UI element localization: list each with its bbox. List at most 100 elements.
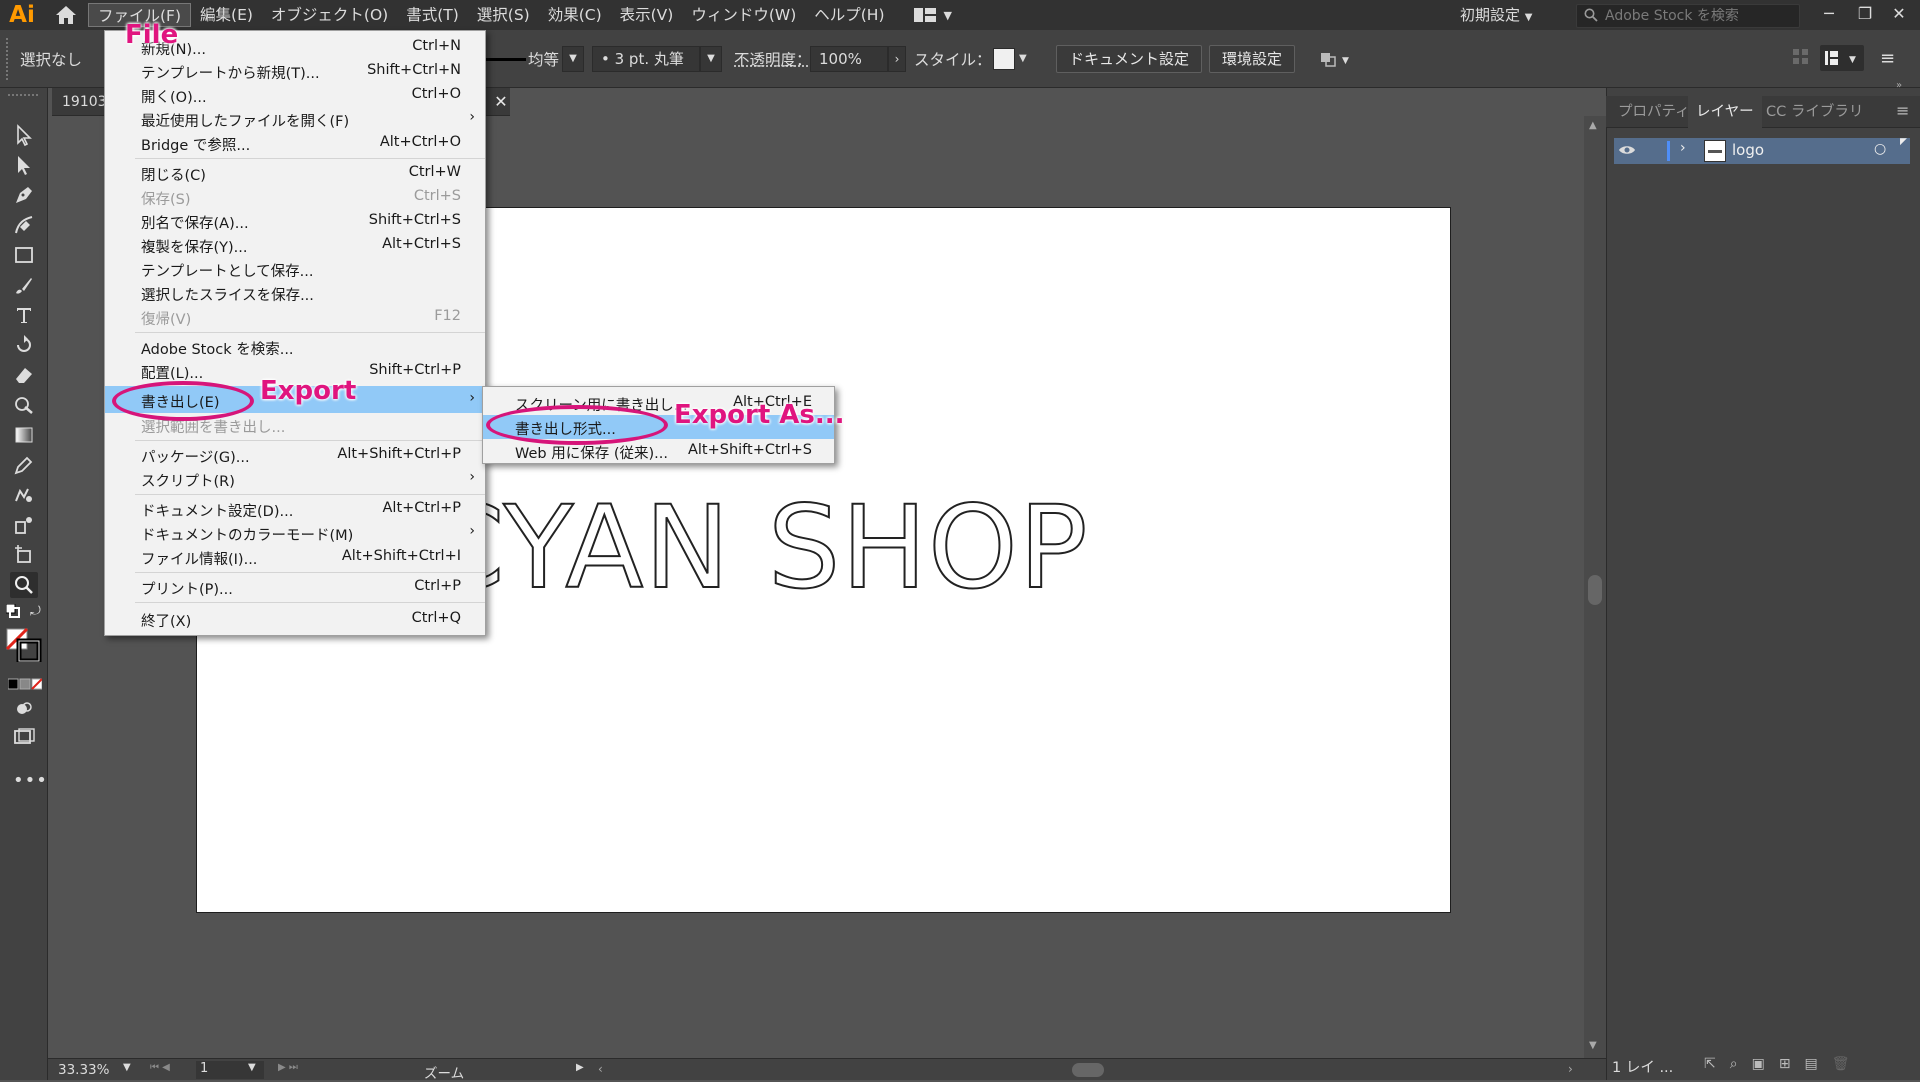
grip-handle[interactable] — [6, 38, 10, 80]
paintbrush-tool-icon[interactable] — [10, 272, 38, 298]
zoom-tool-icon[interactable] — [10, 572, 38, 598]
tab-properties[interactable]: プロパティ — [1610, 96, 1698, 128]
horizontal-scrollbar-thumb[interactable] — [1072, 1063, 1104, 1077]
shape-builder-tool-icon[interactable] — [10, 392, 38, 418]
selection-tool-icon[interactable] — [10, 122, 38, 148]
menu-item-scripts[interactable]: スクリプト(R) › — [105, 467, 485, 491]
style-dropdown[interactable]: ▼ — [1019, 48, 1027, 70]
status-menu-arrow[interactable]: ▶ — [576, 1062, 584, 1073]
menu-object[interactable]: オブジェクト(O) — [262, 3, 397, 27]
brush-dropdown[interactable]: ▼ — [700, 46, 722, 72]
grid-icon[interactable] — [1792, 48, 1810, 70]
opacity-field[interactable]: 100% — [810, 46, 888, 72]
curvature-tool-icon[interactable] — [10, 212, 38, 238]
type-tool-icon[interactable] — [10, 302, 38, 328]
export-layer-icon[interactable]: ⇱ — [1704, 1056, 1730, 1072]
menu-item-new-from-template[interactable]: テンプレートから新規(T)... Shift+Ctrl+N — [105, 59, 485, 83]
menu-effect[interactable]: 効果(C) — [539, 3, 611, 27]
close-window-icon[interactable]: ✕ — [1884, 0, 1914, 30]
preferences-button[interactable]: 環境設定 — [1209, 45, 1296, 73]
make-clipping-mask-icon[interactable]: ▣ — [1752, 1056, 1779, 1072]
zoom-level-field[interactable]: 33.33% — [58, 1062, 109, 1078]
menu-item-search-stock[interactable]: Adobe Stock を検索... — [105, 335, 485, 359]
eraser-tool-icon[interactable] — [10, 362, 38, 388]
menu-item-print[interactable]: プリント(P)... Ctrl+P — [105, 575, 485, 599]
pen-tool-icon[interactable] — [10, 182, 38, 208]
more-tools-icon[interactable]: ••• — [13, 770, 48, 791]
workspace-switcher[interactable]: ▼ — [913, 3, 974, 27]
close-tab-icon[interactable]: ✕ — [492, 88, 510, 116]
workspace-preset[interactable]: 初期設定 ▼ — [1460, 3, 1533, 27]
scrollbar-thumb[interactable] — [1588, 575, 1602, 605]
artboard-tool-icon[interactable] — [10, 542, 38, 568]
expand-layer-icon[interactable]: › — [1680, 140, 1686, 156]
delete-layer-icon[interactable]: 🗑 — [1832, 1056, 1864, 1072]
menu-item-save-copy[interactable]: 複製を保存(Y)... Alt+Ctrl+S — [105, 233, 485, 257]
menu-type[interactable]: 書式(T) — [397, 3, 468, 27]
zoom-dropdown[interactable]: ▼ — [123, 1062, 131, 1073]
restore-icon[interactable]: ❐ — [1850, 0, 1880, 30]
opacity-label[interactable]: 不透明度： — [734, 48, 812, 70]
target-circle-icon[interactable]: ○ — [1874, 141, 1886, 157]
minimize-icon[interactable]: ─ — [1814, 0, 1844, 30]
locate-object-icon[interactable]: ⌕ — [1730, 1056, 1752, 1072]
screen-mode-icon[interactable] — [10, 724, 38, 750]
new-layer-icon[interactable]: ▤ — [1805, 1056, 1832, 1072]
last-artboard-icon[interactable]: ▶ ⏭ — [278, 1062, 298, 1073]
scroll-right-icon[interactable]: › — [1568, 1062, 1573, 1076]
blend-tool-icon[interactable] — [10, 482, 38, 508]
gradient-tool-icon[interactable] — [10, 422, 38, 448]
first-artboard-icon[interactable]: ⏮ ◀ — [150, 1062, 170, 1073]
brush-field[interactable]: • 3 pt. 丸筆 — [592, 46, 700, 72]
menu-item-close[interactable]: 閉じる(C) Ctrl+W — [105, 161, 485, 185]
tab-layers[interactable]: レイヤー — [1688, 96, 1762, 128]
menu-item-color-mode[interactable]: ドキュメントのカラーモード(M) › — [105, 521, 485, 545]
eyedropper-tool-icon[interactable] — [10, 452, 38, 478]
opacity-arrow[interactable]: › — [888, 46, 906, 72]
document-settings-button[interactable]: ドキュメント設定 — [1056, 45, 1203, 73]
style-swatch[interactable] — [993, 48, 1015, 70]
layer-name[interactable]: logo — [1732, 141, 1764, 159]
home-icon[interactable] — [44, 0, 88, 30]
panel-layout-toggle[interactable]: ▼ — [1820, 45, 1864, 71]
stock-search-input[interactable]: Adobe Stock を検索 — [1576, 4, 1800, 28]
visibility-eye-icon[interactable] — [1618, 143, 1636, 161]
menu-edit[interactable]: 編集(E) — [191, 3, 262, 27]
menu-view[interactable]: 表示(V) — [611, 3, 683, 27]
menu-item-package[interactable]: パッケージ(G)... Alt+Shift+Ctrl+P — [105, 443, 485, 467]
rotate-tool-icon[interactable] — [10, 332, 38, 358]
panel-menu-icon[interactable]: ≡ — [1880, 48, 1895, 69]
scroll-up-icon[interactable]: ▲ — [1589, 120, 1597, 131]
toolbar-grip[interactable] — [8, 94, 38, 97]
menu-item-open[interactable]: 開く(O)... Ctrl+O — [105, 83, 485, 107]
menu-item-save-slices[interactable]: 選択したスライスを保存... — [105, 281, 485, 305]
scroll-left-icon[interactable]: ‹ — [598, 1062, 603, 1076]
tab-cc-libraries[interactable]: CC ライブラリ — [1758, 96, 1871, 128]
menu-item-document-setup[interactable]: ドキュメント設定(D)... Alt+Ctrl+P — [105, 497, 485, 521]
collapse-panel-icon[interactable]: » — [1896, 80, 1902, 91]
fill-stroke-swatch[interactable] — [5, 627, 42, 666]
menu-window[interactable]: ウィンドウ(W) — [682, 3, 805, 27]
menu-item-save-as-template[interactable]: テンプレートとして保存... — [105, 257, 485, 281]
draw-mode-icon[interactable] — [10, 696, 38, 722]
menu-item-save-as[interactable]: 別名で保存(A)... Shift+Ctrl+S — [105, 209, 485, 233]
direct-selection-tool-icon[interactable] — [10, 152, 38, 178]
menu-select[interactable]: 選択(S) — [468, 3, 539, 27]
menu-item-browse-bridge[interactable]: Bridge で参照... Alt+Ctrl+O — [105, 131, 485, 155]
menu-help[interactable]: ヘルプ(H) — [805, 3, 893, 27]
symbol-sprayer-tool-icon[interactable] — [10, 512, 38, 538]
menu-item-open-recent[interactable]: 最近使用したファイルを開く(F) › — [105, 107, 485, 131]
stroke-profile-dropdown[interactable]: ▼ — [562, 46, 584, 72]
scroll-down-icon[interactable]: ▼ — [1589, 1040, 1597, 1051]
new-sublayer-icon[interactable]: ⊞ — [1779, 1056, 1805, 1072]
menu-item-exit[interactable]: 終了(X) Ctrl+Q — [105, 607, 485, 631]
color-mode-icons[interactable] — [7, 676, 43, 694]
default-colors-icon[interactable] — [5, 603, 20, 622]
panel-options-icon[interactable]: ≡ — [1896, 101, 1909, 120]
arrange-icon[interactable]: ▼ — [1320, 48, 1354, 74]
menu-item-file-info[interactable]: ファイル情報(I)... Alt+Shift+Ctrl+I — [105, 545, 485, 569]
swap-colors-icon[interactable]: ⤾ — [30, 604, 41, 619]
rectangle-tool-icon[interactable] — [10, 242, 38, 268]
artboard-dropdown[interactable]: ▼ — [248, 1062, 256, 1073]
stroke-profile-label[interactable]: 均等 — [528, 48, 559, 70]
